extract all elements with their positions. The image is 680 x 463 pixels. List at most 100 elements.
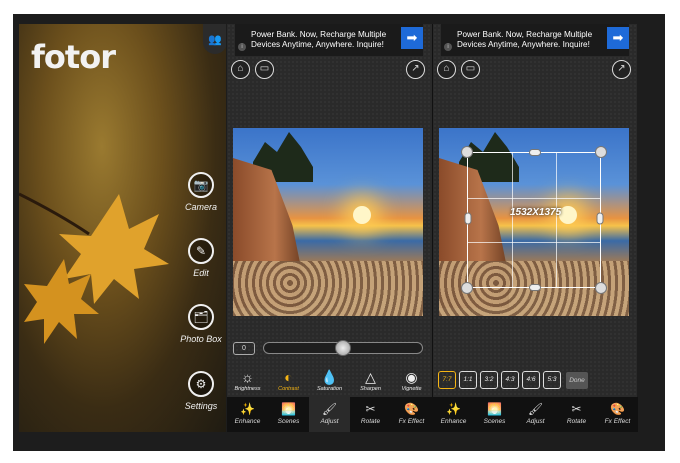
tab-scenes[interactable]: 🌅 Scenes [474,397,515,432]
tab-enhance[interactable]: ✨ Enhance [227,397,268,432]
edit-label: Edit [193,268,209,278]
adjust-slider[interactable] [263,340,423,356]
slider-value: 0 [233,342,255,355]
grid-line [468,242,600,244]
crop-edge-handle[interactable] [529,284,541,291]
crop-edge-handle[interactable] [464,212,472,225]
ratio-free[interactable]: 7:7 [438,371,456,389]
saturation-tool[interactable]: 💧 Saturation [310,369,350,392]
crop-corner-handle[interactable] [595,282,607,294]
tab-enhance[interactable]: ✨ Enhance [433,397,474,432]
saturation-label: Saturation [316,385,343,392]
crop-edge-handle[interactable] [596,212,604,225]
wand-icon: ✨ [446,402,461,416]
vignette-label: Vignette [401,385,422,392]
photo-box-label: Photo Box [180,334,222,344]
brightness-label: Brightness [234,385,261,392]
grid-line [555,153,557,287]
tab-label: Rotate [360,418,381,425]
crop-edge-handle[interactable] [529,149,541,156]
bottom-tab-bar: ✨ Enhance 🌅 Scenes 🖌 Adjust ✂ Rotate 🎨 Fx Eff… [433,397,638,432]
arrow-right-icon[interactable]: ➡ [607,27,629,49]
crop-size-label: 1532X1375 [510,207,562,218]
camera-label: Camera [184,202,217,212]
sharpen-label: Sharpen [360,385,381,392]
pencil-icon: ✎ [188,238,214,264]
vignette-icon: ◉ [405,368,418,385]
photo-preview [233,128,423,316]
ratio-3-2[interactable]: 3:2 [480,371,498,389]
crop-ratio-row: 7:7 1:1 3:2 4:3 4:6 5:3 Done [433,364,638,396]
wand-icon: ✨ [240,402,255,416]
tab-rotate[interactable]: ✂ Rotate [350,397,391,432]
ad-text: Power Bank. Now, Recharge Multiple Devic… [457,30,593,49]
brush-icon: 🖌 [321,402,338,416]
vignette-tool[interactable]: ◉ Vignette [392,369,432,392]
tab-label: Adjust [320,418,339,425]
crop-corner-handle[interactable] [461,146,473,158]
gear-icon: ⚙ [188,371,214,397]
edit-button[interactable]: ✎ Edit [177,238,225,278]
settings-button[interactable]: ⚙ Settings [177,371,225,411]
info-icon[interactable]: i [238,43,246,51]
home-icon[interactable]: ⌂ [437,60,456,79]
contrast-tool[interactable]: ◐ Contrast [269,369,309,392]
tab-label: Enhance [234,418,261,425]
tab-fx-effect[interactable]: 🎨 Fx Effect [391,397,432,432]
contrast-icon: ◐ [284,368,293,385]
home-icon[interactable]: ⌂ [231,60,250,79]
folder-open-icon[interactable]: ▭ [255,60,274,79]
rotate-icon: ✂ [571,402,582,416]
crop-editor-pane: Power Bank. Now, Recharge Multiple Devic… [432,24,638,432]
sharpen-tool[interactable]: △ Sharpen [351,369,391,392]
slider-thumb[interactable] [335,340,351,356]
brightness-tool[interactable]: ☼ Brightness [228,369,268,392]
bottom-tab-bar: ✨ Enhance 🌅 Scenes 🖌 Adjust ✂ Rotate 🎨 Fx Eff… [227,397,432,432]
tab-label: Fx Effect [604,418,631,425]
photo-box-button[interactable]: 🗂 Photo Box [177,304,225,344]
tab-label: Scenes [277,418,300,425]
info-icon[interactable]: i [444,43,452,51]
photo-preview: 1532X1375 [439,128,629,316]
ratio-4-6[interactable]: 4:6 [522,371,540,389]
tab-label: Scenes [483,418,506,425]
contrast-label: Contrast [278,385,299,392]
tab-label: Enhance [440,418,467,425]
home-screen: fotor 👥 📷 Camera ✎ Edit 🗂 Photo Box ⚙ Se… [19,24,226,432]
crop-box[interactable]: 1532X1375 [461,146,607,294]
ad-text: Power Bank. Now, Recharge Multiple Devic… [251,30,387,49]
ratio-1-1[interactable]: 1:1 [459,371,477,389]
ad-banner[interactable]: Power Bank. Now, Recharge Multiple Devic… [441,24,629,56]
crop-corner-handle[interactable] [595,146,607,158]
tab-rotate[interactable]: ✂ Rotate [556,397,597,432]
dropper-icon: 💧 [320,368,339,385]
scenes-icon: 🌅 [281,402,296,416]
share-icon[interactable]: ↗ [406,60,425,79]
tab-label: Rotate [566,418,587,425]
brush-icon: 🖌 [527,402,544,416]
tab-adjust[interactable]: 🖌 Adjust [515,397,556,432]
camera-button[interactable]: 📷 Camera [177,172,225,212]
tab-fx-effect[interactable]: 🎨 Fx Effect [597,397,638,432]
people-icon[interactable]: 👥 [203,24,226,54]
ratio-5-3[interactable]: 5:3 [543,371,561,389]
sun-icon: ☼ [241,368,254,385]
tab-label: Adjust [526,418,545,425]
crop-corner-handle[interactable] [461,282,473,294]
tab-label: Fx Effect [398,418,425,425]
ad-banner[interactable]: Power Bank. Now, Recharge Multiple Devic… [235,24,423,56]
tab-scenes[interactable]: 🌅 Scenes [268,397,309,432]
done-button[interactable]: Done [566,371,588,389]
folder-open-icon[interactable]: ▭ [461,60,480,79]
palette-icon: 🎨 [610,402,625,416]
palette-icon: 🎨 [404,402,419,416]
rocks [233,261,423,316]
ratio-4-3[interactable]: 4:3 [501,371,519,389]
scenes-icon: 🌅 [487,402,502,416]
tab-adjust[interactable]: 🖌 Adjust [309,397,350,432]
arrow-right-icon[interactable]: ➡ [401,27,423,49]
grid-line [511,153,513,287]
share-icon[interactable]: ↗ [612,60,631,79]
fotor-logo: fotor [31,38,116,76]
triangle-icon: △ [365,368,376,385]
